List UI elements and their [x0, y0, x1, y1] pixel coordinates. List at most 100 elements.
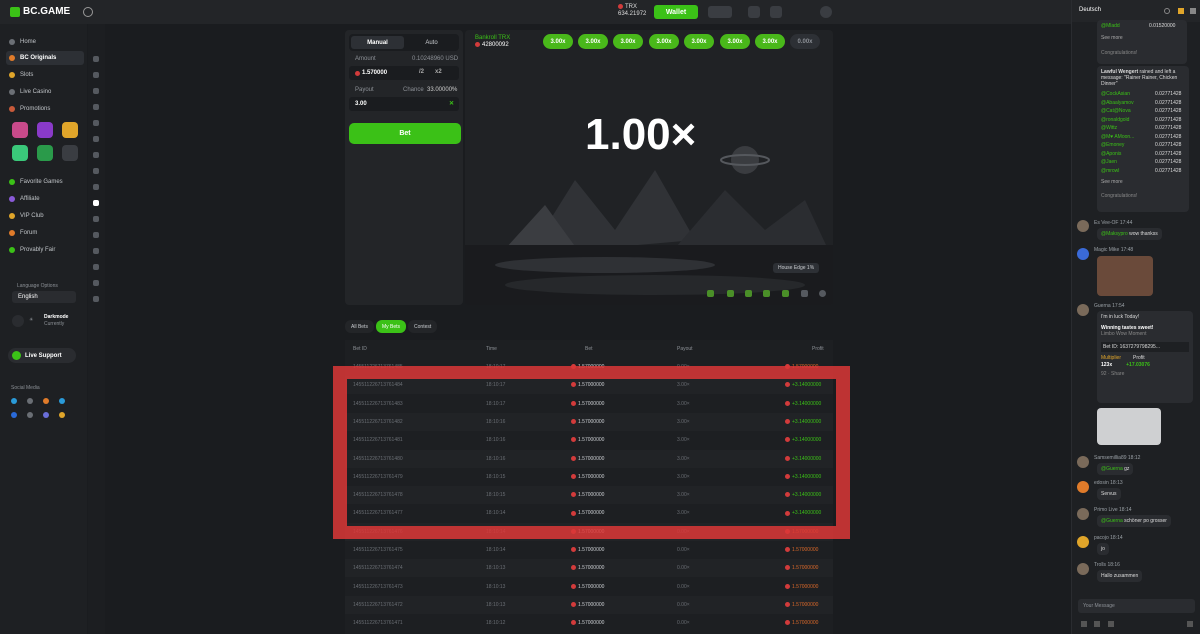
sidebar-item-provably-fair[interactable]: Provably Fair: [6, 243, 84, 257]
game-icon[interactable]: [93, 216, 99, 222]
users-icon[interactable]: [1190, 8, 1196, 14]
send-icon[interactable]: [1187, 621, 1193, 627]
rain-user[interactable]: @ronaldgold: [1101, 117, 1129, 123]
message-user[interactable]: Samsemillia89 18:12: [1094, 455, 1140, 461]
game-shortcut-icon[interactable]: [12, 122, 28, 138]
mention[interactable]: @Guerna: [1101, 518, 1123, 524]
rain-user[interactable]: @Aponis: [1101, 151, 1121, 157]
avatar[interactable]: [820, 6, 832, 18]
bell-icon[interactable]: [770, 6, 782, 18]
sidebar-item-slots[interactable]: Slots: [6, 68, 84, 82]
tab-all-bets[interactable]: All Bets: [345, 320, 374, 333]
hotkeys-icon[interactable]: [745, 290, 752, 297]
message-user[interactable]: Es Vee-OF 17:44: [1094, 220, 1132, 226]
sun-icon[interactable]: ☀: [29, 317, 33, 323]
game-icon[interactable]: [93, 264, 99, 270]
rain-user[interactable]: @mrowl: [1101, 168, 1119, 174]
game-icon[interactable]: [93, 248, 99, 254]
discord-icon[interactable]: [43, 412, 49, 418]
music-icon[interactable]: [707, 290, 714, 297]
game-icon[interactable]: [93, 136, 99, 142]
rain-user[interactable]: @Abaalyamov: [1101, 100, 1134, 106]
rain-user[interactable]: @CockAsian: [1101, 91, 1130, 97]
instagram-icon[interactable]: [27, 412, 33, 418]
game-icon[interactable]: [93, 88, 99, 94]
message-user[interactable]: Magic Mike 17:48: [1094, 247, 1133, 253]
message-user[interactable]: Guerna 17:54: [1094, 303, 1125, 309]
sidebar-item-vip[interactable]: VIP Club: [6, 209, 84, 223]
game-shortcut-icon[interactable]: [37, 122, 53, 138]
rain-user[interactable]: @Jaen: [1101, 159, 1117, 165]
chat-language[interactable]: Deutsch: [1079, 7, 1101, 13]
bitcointalk-icon[interactable]: [27, 398, 33, 404]
mention[interactable]: @Maksypro: [1101, 231, 1128, 237]
emoji-icon[interactable]: [1081, 621, 1087, 627]
avatar[interactable]: [1077, 304, 1089, 316]
history-chip[interactable]: 3.00x: [649, 34, 679, 49]
reddit-icon[interactable]: [43, 398, 49, 404]
table-row[interactable]: 145511226713761474 18:10:13 1.57000000 0.00…: [345, 559, 833, 578]
avatar[interactable]: [1077, 563, 1089, 575]
game-icon[interactable]: [93, 72, 99, 78]
history-chip[interactable]: 3.00x: [613, 34, 643, 49]
image-message[interactable]: [1097, 256, 1153, 296]
amount-input[interactable]: 1.570000 /2 x2: [349, 66, 459, 80]
table-row[interactable]: 145511226713761485 18:10:17 1.57000000 0.00…: [345, 358, 833, 376]
like-count[interactable]: 92: [1101, 371, 1107, 377]
table-row[interactable]: 145511226713761483 18:10:17 1.57000000 3.00…: [345, 395, 833, 413]
history-chip[interactable]: 3.00x: [720, 34, 750, 49]
table-row[interactable]: 145511226713761479 18:10:15 1.57000000 3.00…: [345, 468, 833, 486]
sidebar-item-live-casino[interactable]: Live Casino: [6, 85, 84, 99]
menu-toggle-icon[interactable]: [83, 7, 93, 17]
avatar[interactable]: [1077, 481, 1089, 493]
live-support-button[interactable]: Live Support: [8, 348, 76, 363]
table-row[interactable]: 145511226713761473 18:10:13 1.57000000 0.00…: [345, 578, 833, 596]
message-user[interactable]: Primo Live 18:14: [1094, 507, 1132, 513]
game-shortcut-icon[interactable]: [12, 145, 28, 161]
message-user[interactable]: Trolls 18:16: [1094, 562, 1120, 568]
facebook-icon[interactable]: [11, 412, 17, 418]
sound-icon[interactable]: [727, 290, 734, 297]
rain-user[interactable]: @Wittz: [1101, 125, 1117, 131]
see-more-link[interactable]: See more: [1101, 179, 1185, 185]
bet-id-link[interactable]: Bet ID: 1637279798295...: [1101, 342, 1189, 352]
message-user[interactable]: edosin 18:13: [1094, 480, 1123, 486]
telegram-icon[interactable]: [11, 398, 17, 404]
avatar[interactable]: [1077, 220, 1089, 232]
game-icon[interactable]: [93, 232, 99, 238]
mention[interactable]: @Guerna: [1101, 466, 1123, 472]
gif-icon[interactable]: [1108, 621, 1114, 627]
language-select[interactable]: English: [12, 291, 76, 303]
game-shortcut-icon[interactable]: [62, 145, 78, 161]
avatar[interactable]: [1077, 248, 1089, 260]
avatar[interactable]: [1077, 536, 1089, 548]
balance-display[interactable]: TRX 634.21972: [618, 4, 646, 18]
game-icon[interactable]: [93, 280, 99, 286]
game-icon[interactable]: [93, 168, 99, 174]
sidebar-item-promotions[interactable]: Promotions: [6, 102, 84, 116]
table-row[interactable]: 145511226713761476 18:10:14 1.57000000 0.00…: [345, 522, 833, 541]
game-icon[interactable]: [93, 296, 99, 302]
moon-icon[interactable]: [12, 315, 24, 327]
chat-input[interactable]: Your Message: [1078, 599, 1195, 613]
tab-contest[interactable]: Contest: [408, 320, 438, 333]
see-more-link[interactable]: See more: [1101, 35, 1183, 41]
bet-button[interactable]: Bet: [349, 123, 461, 144]
game-icon[interactable]: [93, 152, 99, 158]
rain-user[interactable]: @Cat@Nova: [1101, 108, 1131, 114]
tab-auto[interactable]: Auto: [405, 36, 458, 49]
table-row[interactable]: 145511226713761475 18:10:14 1.57000000 0.00…: [345, 541, 833, 559]
table-row[interactable]: 145511226713761472 18:10:13 1.57000000 0.00…: [345, 595, 833, 614]
brand-logo[interactable]: BC.GAME: [10, 6, 70, 17]
game-shortcut-icon[interactable]: [37, 145, 53, 161]
double-button[interactable]: x2: [435, 69, 442, 75]
rain-user[interactable]: @M♥ AMoon...: [1101, 134, 1134, 140]
sidebar-item-favorite[interactable]: Favorite Games: [6, 175, 84, 189]
game-shortcut-icon[interactable]: [62, 122, 78, 138]
game-icon[interactable]: [93, 104, 99, 110]
rain-user[interactable]: @Mladd: [1101, 23, 1120, 29]
table-row[interactable]: 145511226713761478 18:10:15 1.57000000 3.00…: [345, 486, 833, 505]
game-icon[interactable]: [93, 120, 99, 126]
command-icon[interactable]: [1094, 621, 1100, 627]
history-chip[interactable]: 3.00x: [578, 34, 608, 49]
